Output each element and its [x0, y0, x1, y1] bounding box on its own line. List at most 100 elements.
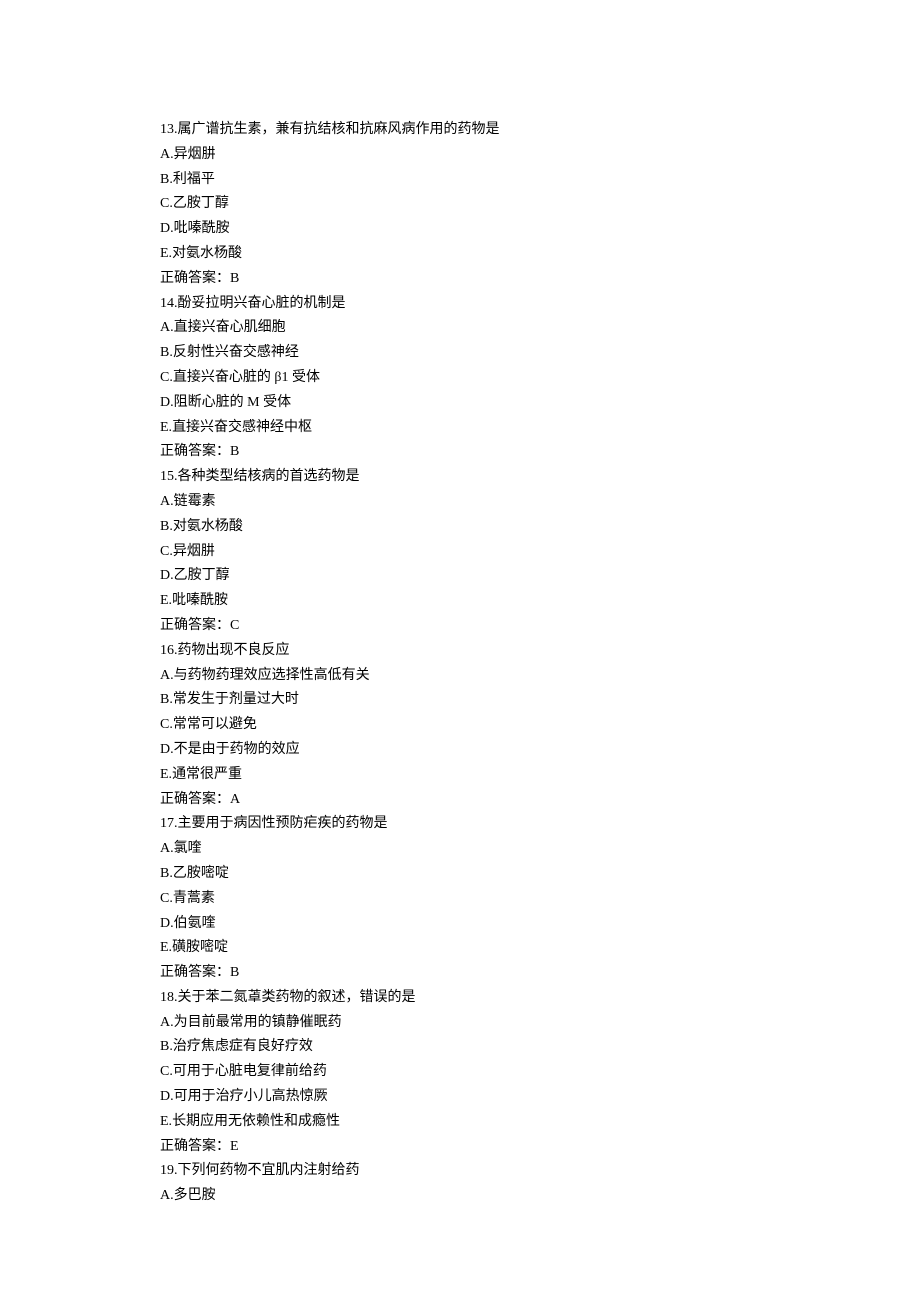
answer-value: B	[230, 271, 239, 286]
question-stem: 13.属广谱抗生素，兼有抗结核和抗麻风病作用的药物是	[160, 118, 920, 143]
option-text: 对氨水杨酸	[173, 519, 243, 534]
option-text: 治疗焦虑症有良好疗效	[173, 1039, 313, 1054]
answer-line: 正确答案：E	[160, 1135, 920, 1160]
option-text: 可用于心脏电复律前给药	[173, 1064, 327, 1079]
option-text: 吡嗪酰胺	[172, 593, 228, 608]
question-stem-text: 主要用于病因性预防疟疾的药物是	[178, 816, 388, 831]
question-number: 15	[160, 469, 174, 484]
option-d: D.不是由于药物的效应	[160, 738, 920, 763]
option-d: D.乙胺丁醇	[160, 564, 920, 589]
question-stem-text: 各种类型结核病的首选药物是	[178, 469, 360, 484]
option-a: A.为目前最常用的镇静催眠药	[160, 1011, 920, 1036]
question-stem-text: 酚妥拉明兴奋心脏的机制是	[178, 296, 346, 311]
question-number: 16	[160, 643, 174, 658]
option-text: 直接兴奋心肌细胞	[174, 320, 286, 335]
document-page: 13.属广谱抗生素，兼有抗结核和抗麻风病作用的药物是A.异烟肼B.利福平C.乙胺…	[0, 0, 920, 1302]
option-text: 常常可以避免	[173, 717, 257, 732]
option-letter: D.	[160, 568, 174, 583]
option-letter: C.	[160, 370, 173, 385]
option-text: 吡嗪酰胺	[174, 221, 230, 236]
option-e: E.磺胺嘧啶	[160, 936, 920, 961]
option-letter: E.	[160, 767, 172, 782]
answer-line: 正确答案：B	[160, 961, 920, 986]
answer-label: 正确答案：	[160, 618, 230, 633]
option-b: B.反射性兴奋交感神经	[160, 341, 920, 366]
option-letter: E.	[160, 246, 172, 261]
option-letter: C.	[160, 544, 173, 559]
answer-line: 正确答案：A	[160, 788, 920, 813]
option-letter: A.	[160, 668, 174, 683]
option-letter: A.	[160, 147, 174, 162]
option-letter: D.	[160, 742, 174, 757]
option-letter: E.	[160, 420, 172, 435]
question-number: 13	[160, 122, 174, 137]
option-letter: C.	[160, 1064, 173, 1079]
option-text: 多巴胺	[174, 1188, 216, 1203]
option-letter: B.	[160, 519, 173, 534]
answer-label: 正确答案：	[160, 1139, 230, 1154]
option-text: 通常很严重	[172, 767, 242, 782]
option-text: 不是由于药物的效应	[174, 742, 300, 757]
answer-label: 正确答案：	[160, 965, 230, 980]
option-d: D.吡嗪酰胺	[160, 217, 920, 242]
option-d: D.伯氨喹	[160, 912, 920, 937]
option-text: 与药物药理效应选择性高低有关	[174, 668, 370, 683]
option-text: 长期应用无依赖性和成瘾性	[172, 1114, 340, 1129]
answer-line: 正确答案：B	[160, 440, 920, 465]
option-text: 青蒿素	[173, 891, 215, 906]
option-e: E.吡嗪酰胺	[160, 589, 920, 614]
question-stem: 14.酚妥拉明兴奋心脏的机制是	[160, 292, 920, 317]
answer-line: 正确答案：B	[160, 267, 920, 292]
question-stem: 19.下列何药物不宜肌内注射给药	[160, 1159, 920, 1184]
option-b: B.利福平	[160, 168, 920, 193]
option-c: C.青蒿素	[160, 887, 920, 912]
option-text: 异烟肼	[173, 544, 215, 559]
option-a: A.与药物药理效应选择性高低有关	[160, 664, 920, 689]
question-number: 19	[160, 1163, 174, 1178]
question-number: 14	[160, 296, 174, 311]
option-b: B.乙胺嘧啶	[160, 862, 920, 887]
option-letter: A.	[160, 494, 174, 509]
option-letter: D.	[160, 1089, 174, 1104]
answer-line: 正确答案：C	[160, 614, 920, 639]
option-e: E.对氨水杨酸	[160, 242, 920, 267]
option-text: 直接兴奋交感神经中枢	[172, 420, 312, 435]
answer-value: E	[230, 1139, 239, 1154]
option-letter: B.	[160, 172, 173, 187]
option-letter: D.	[160, 221, 174, 236]
option-text: 链霉素	[174, 494, 216, 509]
option-a: A.多巴胺	[160, 1184, 920, 1209]
option-text: 直接兴奋心脏的 β1 受体	[173, 370, 320, 385]
option-b: B.治疗焦虑症有良好疗效	[160, 1035, 920, 1060]
option-text: 异烟肼	[174, 147, 216, 162]
option-text: 反射性兴奋交感神经	[173, 345, 299, 360]
option-letter: D.	[160, 395, 174, 410]
option-d: D.可用于治疗小儿高热惊厥	[160, 1085, 920, 1110]
question-stem: 15.各种类型结核病的首选药物是	[160, 465, 920, 490]
option-text: 阻断心脏的 M 受体	[174, 395, 291, 410]
option-b: B.对氨水杨酸	[160, 515, 920, 540]
option-letter: A.	[160, 1015, 174, 1030]
option-c: C.直接兴奋心脏的 β1 受体	[160, 366, 920, 391]
option-text: 可用于治疗小儿高热惊厥	[174, 1089, 328, 1104]
option-e: E.直接兴奋交感神经中枢	[160, 416, 920, 441]
option-letter: B.	[160, 866, 173, 881]
option-a: A.直接兴奋心肌细胞	[160, 316, 920, 341]
option-c: C.乙胺丁醇	[160, 192, 920, 217]
option-text: 磺胺嘧啶	[172, 940, 228, 955]
question-stem-text: 药物出现不良反应	[178, 643, 290, 658]
option-c: C.可用于心脏电复律前给药	[160, 1060, 920, 1085]
option-letter: A.	[160, 320, 174, 335]
option-e: E.通常很严重	[160, 763, 920, 788]
option-d: D.阻断心脏的 M 受体	[160, 391, 920, 416]
option-letter: E.	[160, 1114, 172, 1129]
question-stem-text: 属广谱抗生素，兼有抗结核和抗麻风病作用的药物是	[178, 122, 500, 137]
option-a: A.链霉素	[160, 490, 920, 515]
option-e: E.长期应用无依赖性和成瘾性	[160, 1110, 920, 1135]
option-text: 伯氨喹	[174, 916, 216, 931]
option-text: 乙胺丁醇	[174, 568, 230, 583]
option-letter: B.	[160, 692, 173, 707]
question-stem: 17.主要用于病因性预防疟疾的药物是	[160, 812, 920, 837]
option-a: A.氯喹	[160, 837, 920, 862]
answer-label: 正确答案：	[160, 444, 230, 459]
